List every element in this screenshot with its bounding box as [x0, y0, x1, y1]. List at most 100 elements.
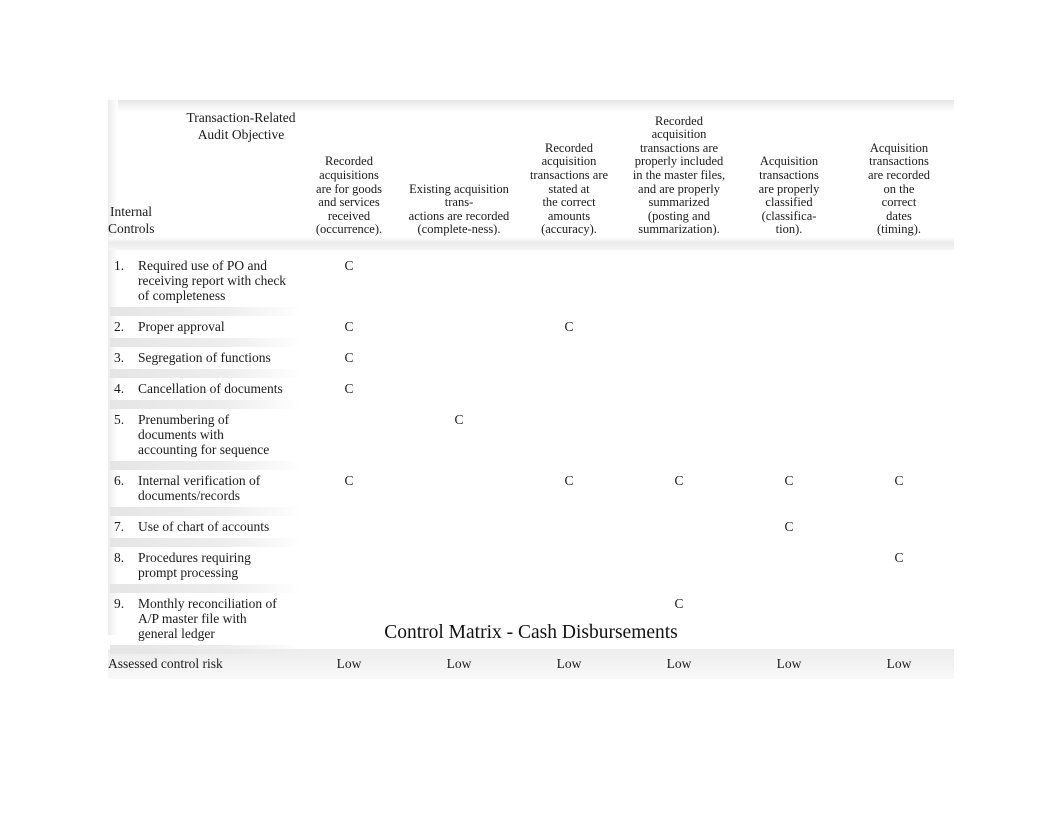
control-cell-8: 8. Procedures requiring prompt processin… — [108, 542, 302, 593]
table-row: 9. Monthly reconciliation of A/P master … — [108, 588, 954, 654]
control-number-7: 7. — [114, 519, 125, 534]
mark-r8c5 — [734, 542, 844, 588]
mark-r6c2 — [404, 465, 514, 511]
mark-r2c4 — [624, 311, 734, 342]
mark-r4c5 — [734, 373, 844, 404]
mark-r6c5: C — [784, 473, 794, 488]
table-row: 2. Proper approval C C — [108, 311, 954, 347]
control-cell-1: 1. Required use of PO and receiving repo… — [108, 250, 302, 316]
mark-r3c5 — [734, 342, 844, 373]
control-label-2: Proper approval — [138, 319, 225, 334]
table-row: 5. Prenumbering of documents with accoun… — [108, 404, 954, 470]
objective-header-posting-summarization: Recorded acquisition transactions are pr… — [632, 113, 726, 237]
mark-r6c4: C — [674, 473, 684, 488]
control-label-9: Monthly reconciliation of A/P master fil… — [138, 596, 277, 641]
header-separator-band — [108, 237, 954, 250]
mark-r1c1: C — [344, 258, 354, 273]
transaction-related-audit-objective-title: Transaction-Related Audit Objective — [186, 110, 296, 142]
control-cell-4: 4. Cancellation of documents — [108, 373, 302, 409]
mark-r9c5 — [734, 588, 844, 649]
risk-value-c1: Low — [294, 649, 404, 679]
control-cell-2: 2. Proper approval — [108, 311, 302, 347]
mark-r2c6 — [844, 311, 954, 342]
risk-value-c4: Low — [624, 649, 734, 679]
mark-r1c6 — [844, 250, 954, 311]
control-number-2: 2. — [114, 319, 125, 334]
mark-r3c6 — [844, 342, 954, 373]
mark-r8c2 — [404, 542, 514, 588]
mark-r5c3 — [514, 404, 624, 465]
mark-r9c2 — [404, 588, 514, 649]
mark-r9c4: C — [674, 596, 684, 611]
mark-r3c1: C — [344, 350, 354, 365]
mark-r1c2 — [404, 250, 514, 311]
control-number-3: 3. — [114, 350, 125, 365]
mark-r8c6: C — [894, 550, 904, 565]
mark-r7c5: C — [784, 519, 794, 534]
objective-header-timing: Acquisition transactions are recorded on… — [867, 140, 931, 237]
table-row: 4. Cancellation of documents C — [108, 373, 954, 409]
mark-r8c1 — [294, 542, 404, 588]
mark-r4c2 — [404, 373, 514, 404]
mark-r3c3 — [514, 342, 624, 373]
risk-value-c3: Low — [514, 649, 624, 679]
objective-header-accuracy: Recorded acquisition transactions are st… — [529, 140, 609, 237]
mark-r5c4 — [624, 404, 734, 465]
control-number-6: 6. — [114, 473, 125, 488]
mark-r8c3 — [514, 542, 624, 588]
control-cell-7: 7. Use of chart of accounts — [108, 511, 302, 547]
objective-header-classification: Acquisition transactions are properly cl… — [758, 154, 820, 237]
table-row: 3. Segregation of functions C — [108, 342, 954, 378]
risk-value-c6: Low — [844, 649, 954, 679]
assessed-control-risk-row: Assessed control risk Low Low Low Low Lo… — [108, 649, 954, 679]
mark-r5c6 — [844, 404, 954, 465]
mark-r2c1: C — [344, 319, 354, 334]
control-number-9: 9. — [114, 596, 125, 611]
control-label-1: Required use of PO and receiving report … — [138, 258, 287, 303]
table-row: 6. Internal verification of documents/re… — [108, 465, 954, 516]
control-label-6: Internal verification of documents/recor… — [138, 473, 261, 503]
mark-r6c3: C — [564, 473, 574, 488]
header-corner-cell: Transaction-Related Audit Objective Inte… — [108, 100, 295, 237]
table-row: 1. Required use of PO and receiving repo… — [108, 250, 954, 316]
mark-r4c6 — [844, 373, 954, 404]
mark-r9c1 — [294, 588, 404, 649]
control-cell-5: 5. Prenumbering of documents with accoun… — [108, 404, 302, 470]
control-cell-3: 3. Segregation of functions — [108, 342, 302, 378]
mark-r4c1: C — [344, 381, 354, 396]
mark-r4c4 — [624, 373, 734, 404]
mark-r2c2 — [404, 311, 514, 342]
mark-r6c1: C — [344, 473, 354, 488]
control-number-4: 4. — [114, 381, 125, 396]
table-row: 8. Procedures requiring prompt processin… — [108, 542, 954, 593]
mark-r5c5 — [734, 404, 844, 465]
matrix-header-row: Transaction-Related Audit Objective Inte… — [108, 100, 954, 237]
mark-r7c6 — [844, 511, 954, 542]
control-label-3: Segregation of functions — [138, 350, 271, 365]
control-matrix-table: Transaction-Related Audit Objective Inte… — [108, 100, 954, 679]
mark-r2c5 — [734, 311, 844, 342]
mark-r3c2 — [404, 342, 514, 373]
mark-r3c4 — [624, 342, 734, 373]
mark-r7c1 — [294, 511, 404, 542]
internal-controls-label: Internal Controls — [108, 204, 155, 236]
risk-value-c5: Low — [734, 649, 844, 679]
assessed-control-risk-label: Assessed control risk — [108, 649, 294, 679]
objective-header-completeness: Existing acquisition trans- actions are … — [408, 181, 510, 237]
mark-r9c3 — [514, 588, 624, 649]
control-label-4: Cancellation of documents — [138, 381, 283, 396]
mark-r7c4 — [624, 511, 734, 542]
control-matrix-canvas: Transaction-Related Audit Objective Inte… — [108, 100, 954, 679]
mark-r2c3: C — [564, 319, 574, 334]
control-number-5: 5. — [114, 412, 125, 427]
mark-r7c3 — [514, 511, 624, 542]
table-row: 7. Use of chart of accounts C — [108, 511, 954, 547]
mark-r5c1 — [294, 404, 404, 465]
mark-r7c2 — [404, 511, 514, 542]
control-cell-6: 6. Internal verification of documents/re… — [108, 465, 302, 516]
mark-r8c4 — [624, 542, 734, 588]
control-label-5: Prenumbering of documents with accountin… — [138, 412, 270, 457]
mark-r4c3 — [514, 373, 624, 404]
mark-r1c4 — [624, 250, 734, 311]
mark-r1c3 — [514, 250, 624, 311]
